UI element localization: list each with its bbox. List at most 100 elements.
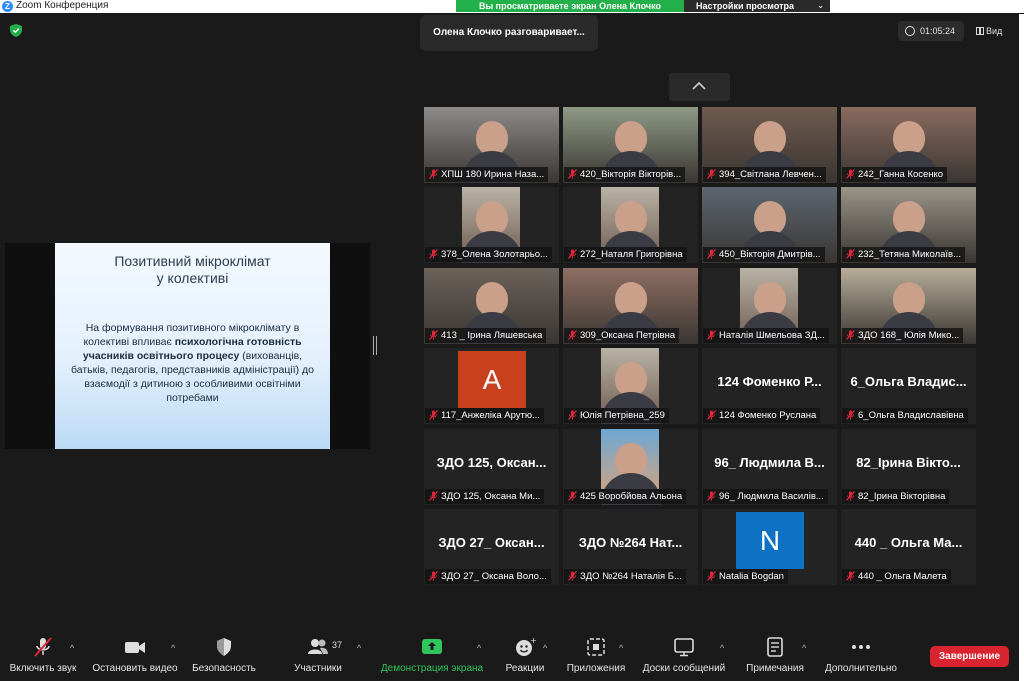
notes-options-caret[interactable]: ^ <box>802 643 806 653</box>
muted-microphone-icon <box>846 491 855 501</box>
participant-tile[interactable]: ЗДО 168_ Юлія Мико... <box>841 268 976 344</box>
participant-tile[interactable]: 124 Фоменко Р... 124 Фоменко Руслана <box>702 348 837 424</box>
participant-figure <box>615 282 647 316</box>
stop-video-button[interactable]: Остановить видео <box>89 631 181 681</box>
view-label: Вид <box>986 26 1003 36</box>
apps-options-caret[interactable]: ^ <box>619 643 623 653</box>
participant-tile[interactable]: Наталія Шмельова ЗД... <box>702 268 837 344</box>
participant-name-label: 232_Тетяна Миколаїв... <box>842 247 966 262</box>
grid-view-icon <box>976 27 984 35</box>
whiteboards-options-caret[interactable]: ^ <box>720 643 724 653</box>
participant-name-label: 450_Вікторія Дмитрів... <box>703 247 825 262</box>
muted-microphone-icon <box>429 330 438 340</box>
participant-name-text: 440 _ Ольга Малета <box>858 571 947 582</box>
video-camera-icon <box>125 642 145 653</box>
muted-microphone-icon <box>707 571 716 581</box>
share-screen-icon <box>422 639 442 654</box>
audio-options-caret[interactable]: ^ <box>70 643 74 653</box>
participant-tile[interactable]: 420_Вікторія Вікторів... <box>563 107 698 183</box>
meeting-timer[interactable]: 01:05:24 <box>898 21 964 41</box>
muted-microphone-icon <box>429 491 438 501</box>
participant-name-label: 82_Ірина Вікторівна <box>842 489 950 504</box>
participant-tile[interactable]: ЗДО №264 Нат... ЗДО №264 Наталія Б... <box>563 509 698 585</box>
reactions-button[interactable]: + Реакции <box>502 631 548 681</box>
encryption-shield-icon[interactable] <box>10 24 22 37</box>
muted-microphone-icon <box>707 410 716 420</box>
apps-icon <box>587 638 605 656</box>
shared-screen-view[interactable]: Позитивний мікроклімат у колективі На фо… <box>5 243 370 449</box>
slide-title: Позитивний мікроклімат у колективі <box>55 253 330 287</box>
participant-tile[interactable]: 378_Олена Золотарьо... <box>424 187 559 263</box>
participant-name-label: 96_ Людмила Василів... <box>703 489 828 504</box>
sharing-status-text: Вы просматриваете экран Олена Клочко <box>456 0 684 12</box>
participant-display-name: 6_Ольга Владис... <box>850 374 967 389</box>
participant-name-label: 420_Вікторія Вікторів... <box>564 167 686 182</box>
participant-figure <box>476 121 508 155</box>
smiley-plus-icon: + <box>516 637 536 656</box>
participant-name-label: 309_Оксана Петрівна <box>564 328 680 343</box>
participant-tile[interactable]: 425 Воробйова Альона <box>563 429 698 505</box>
zoom-meeting-window: Z Zoom Конференция Вы просматриваете экр… <box>0 0 1024 681</box>
participant-tile[interactable]: 450_Вікторія Дмитрів... <box>702 187 837 263</box>
muted-microphone-icon <box>846 571 855 581</box>
participant-tile[interactable]: 82_Ірина Вікто... 82_Ірина Вікторівна <box>841 429 976 505</box>
video-options-caret[interactable]: ^ <box>171 643 175 653</box>
participants-options-caret[interactable]: ^ <box>357 643 361 653</box>
participants-button[interactable]: Участники <box>288 631 348 681</box>
muted-microphone-icon <box>568 169 577 179</box>
end-meeting-button[interactable]: Завершение <box>930 646 1009 667</box>
participant-figure <box>754 282 786 316</box>
participant-tile[interactable]: ЗДО 27_ Оксан... ЗДО 27_ Оксана Воло... <box>424 509 559 585</box>
participant-name-text: 420_Вікторія Вікторів... <box>580 169 682 180</box>
split-view-resize-handle[interactable] <box>373 336 377 355</box>
security-button[interactable]: Безопасность <box>188 631 260 681</box>
participant-tile[interactable]: 394_Світлана Левчен... <box>702 107 837 183</box>
participant-tile[interactable]: 413 _ Ірина Ляшевська <box>424 268 559 344</box>
participant-tile[interactable]: 309_Оксана Петрівна <box>563 268 698 344</box>
chevron-down-icon: ⌄ <box>817 1 824 10</box>
muted-microphone-icon <box>568 410 577 420</box>
participant-tile[interactable]: 272_Наталя Григорівна <box>563 187 698 263</box>
participant-tile[interactable]: N Natalia Bogdan <box>702 509 837 585</box>
more-label: Дополнительно <box>825 663 897 674</box>
view-options-button[interactable]: Настройки просмотра ⌄ <box>684 0 830 12</box>
participant-name-text: 413 _ Ірина Ляшевська <box>441 330 543 341</box>
participants-label: Участники <box>294 663 342 674</box>
muted-microphone-icon <box>568 491 577 501</box>
notes-button[interactable]: Примечания <box>741 631 809 681</box>
apps-button[interactable]: Приложения <box>562 631 630 681</box>
participant-tile[interactable]: ЗДО 125, Оксан... ЗДО 125, Оксана Ми... <box>424 429 559 505</box>
participant-figure <box>615 121 647 155</box>
participant-tile[interactable]: A 117_Анжеліка Арутю... <box>424 348 559 424</box>
whiteboards-button[interactable]: Доски сообщений <box>637 631 731 681</box>
share-screen-button[interactable]: Демонстрация экрана <box>376 631 488 681</box>
participant-tile[interactable]: Юлія Петрівна_259 <box>563 348 698 424</box>
participant-tile[interactable]: 232_Тетяна Миколаїв... <box>841 187 976 263</box>
participant-tile[interactable]: ХПШ 180 Ирина Наза... <box>424 107 559 183</box>
whiteboard-icon <box>674 638 694 657</box>
participant-tile[interactable]: 440 _ Ольга Ма... 440 _ Ольга Малета <box>841 509 976 585</box>
participant-figure <box>476 201 508 235</box>
mute-button[interactable]: Включить звук <box>4 631 82 681</box>
participant-figure <box>754 121 786 155</box>
reactions-options-caret[interactable]: ^ <box>543 643 547 653</box>
muted-microphone-icon <box>846 410 855 420</box>
participant-name-text: 378_Олена Золотарьо... <box>441 249 548 260</box>
more-button[interactable]: Дополнительно <box>820 631 902 681</box>
participant-name-text: 394_Світлана Левчен... <box>719 169 822 180</box>
slide-title-line1: Позитивний мікроклімат <box>114 253 271 269</box>
gallery-scroll-up-button[interactable] <box>669 73 730 101</box>
participant-tile[interactable]: 6_Ольга Владис... 6_Ольга Владиславівна <box>841 348 976 424</box>
participant-name-text: 6_Ольга Владиславівна <box>858 410 964 421</box>
participant-tile[interactable]: 96_ Людмила В... 96_ Людмила Василів... <box>702 429 837 505</box>
participant-name-label: Юлія Петрівна_259 <box>564 408 669 423</box>
view-button[interactable]: Вид <box>972 21 1002 41</box>
timer-value: 01:05:24 <box>920 26 956 36</box>
participant-name-label: Наталія Шмельова ЗД... <box>703 328 829 343</box>
muted-microphone-icon <box>34 637 52 657</box>
slide-body: На формування позитивного мікроклімату в… <box>63 321 322 405</box>
share-options-caret[interactable]: ^ <box>477 643 481 653</box>
active-speaker-indicator: Олена Клочко разговаривает... <box>420 15 598 51</box>
whiteboards-label: Доски сообщений <box>642 663 726 674</box>
participant-tile[interactable]: 242_Ганна Косенко <box>841 107 976 183</box>
